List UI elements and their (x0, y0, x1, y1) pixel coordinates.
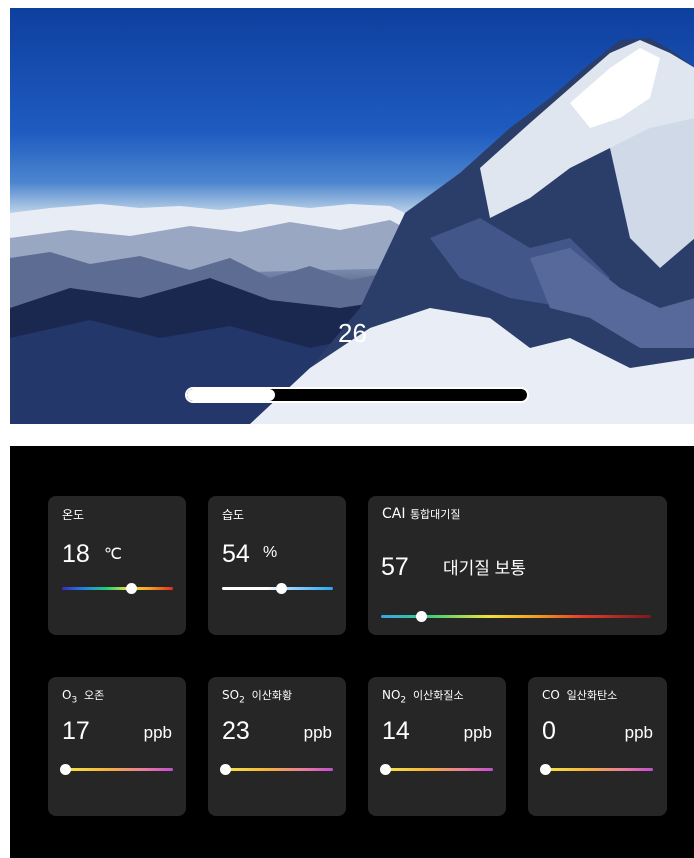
temperature-unit: ℃ (104, 546, 122, 563)
o3-value: 17 (62, 717, 90, 745)
humidity-value: 54 (222, 540, 250, 568)
no2-unit: ppb (463, 723, 492, 742)
temperature-scale-bar (62, 587, 173, 590)
temperature-card[interactable]: 온도 18 ℃ (48, 496, 186, 635)
slideshow-image: 26 (10, 8, 694, 424)
air-quality-dashboard: 온도 18 ℃ 습도 54 % CAI 통합대기질 57 대기질 보통 O3 오… (10, 446, 694, 858)
slide-counter: 26 (338, 318, 367, 348)
no2-indicator (379, 764, 391, 775)
no2-value: 14 (382, 717, 410, 745)
co-indicator (539, 764, 551, 775)
o3-label-name: 오존 (84, 689, 105, 702)
o3-indicator (59, 764, 71, 775)
no2-label-name: 이산화질소 (412, 689, 464, 702)
cai-label-sub: 통합대기질 (409, 508, 461, 521)
co-label-main: CO (542, 688, 560, 702)
cai-card[interactable]: CAI 통합대기질 57 대기질 보통 (368, 496, 667, 635)
slide-progress-bar (185, 387, 529, 403)
cai-status: 대기질 보통 (443, 559, 526, 578)
no2-label-subscript: 2 (400, 695, 407, 706)
co-unit: ppb (624, 723, 653, 742)
so2-value: 23 (222, 717, 250, 745)
o3-unit: ppb (143, 723, 172, 742)
cai-value: 57 (381, 553, 409, 581)
co-card[interactable]: CO 일산화탄소 0 ppb (528, 677, 667, 816)
no2-label-main: NO (382, 688, 401, 702)
humidity-indicator (276, 583, 288, 594)
so2-card[interactable]: SO2 이산화황 23 ppb (208, 677, 346, 816)
cai-label: CAI 통합대기질 (382, 506, 461, 522)
o3-card[interactable]: O3 오존 17 ppb (48, 677, 186, 816)
co-scale-bar (542, 768, 653, 771)
cai-label-main: CAI (382, 506, 406, 522)
no2-scale-bar (382, 768, 493, 771)
co-label: CO 일산화탄소 (542, 687, 617, 703)
so2-indicator (219, 764, 231, 775)
no2-card[interactable]: NO2 이산화질소 14 ppb (368, 677, 506, 816)
slide-progress-fill (187, 389, 276, 401)
temperature-label: 온도 (62, 508, 85, 522)
so2-label-name: 이산화황 (251, 689, 293, 702)
o3-label: O3 오존 (62, 687, 104, 705)
humidity-card[interactable]: 습도 54 % (208, 496, 346, 635)
temperature-value: 18 (62, 540, 90, 568)
co-label-name: 일산화탄소 (566, 689, 618, 702)
co-value: 0 (542, 717, 556, 745)
so2-label: SO2 이산화황 (222, 687, 292, 705)
temperature-indicator (126, 583, 138, 594)
mountain-photo-icon (10, 38, 694, 424)
humidity-label: 습도 (222, 508, 245, 522)
so2-label-subscript: 2 (239, 695, 245, 706)
so2-scale-bar (222, 768, 333, 771)
humidity-unit: % (263, 544, 278, 561)
no2-label: NO2 이산화질소 (382, 687, 464, 705)
o3-scale-bar (62, 768, 173, 771)
so2-label-main: SO (222, 688, 240, 702)
o3-label-subscript: 3 (71, 695, 78, 706)
cai-indicator (416, 611, 427, 622)
so2-unit: ppb (303, 723, 332, 742)
